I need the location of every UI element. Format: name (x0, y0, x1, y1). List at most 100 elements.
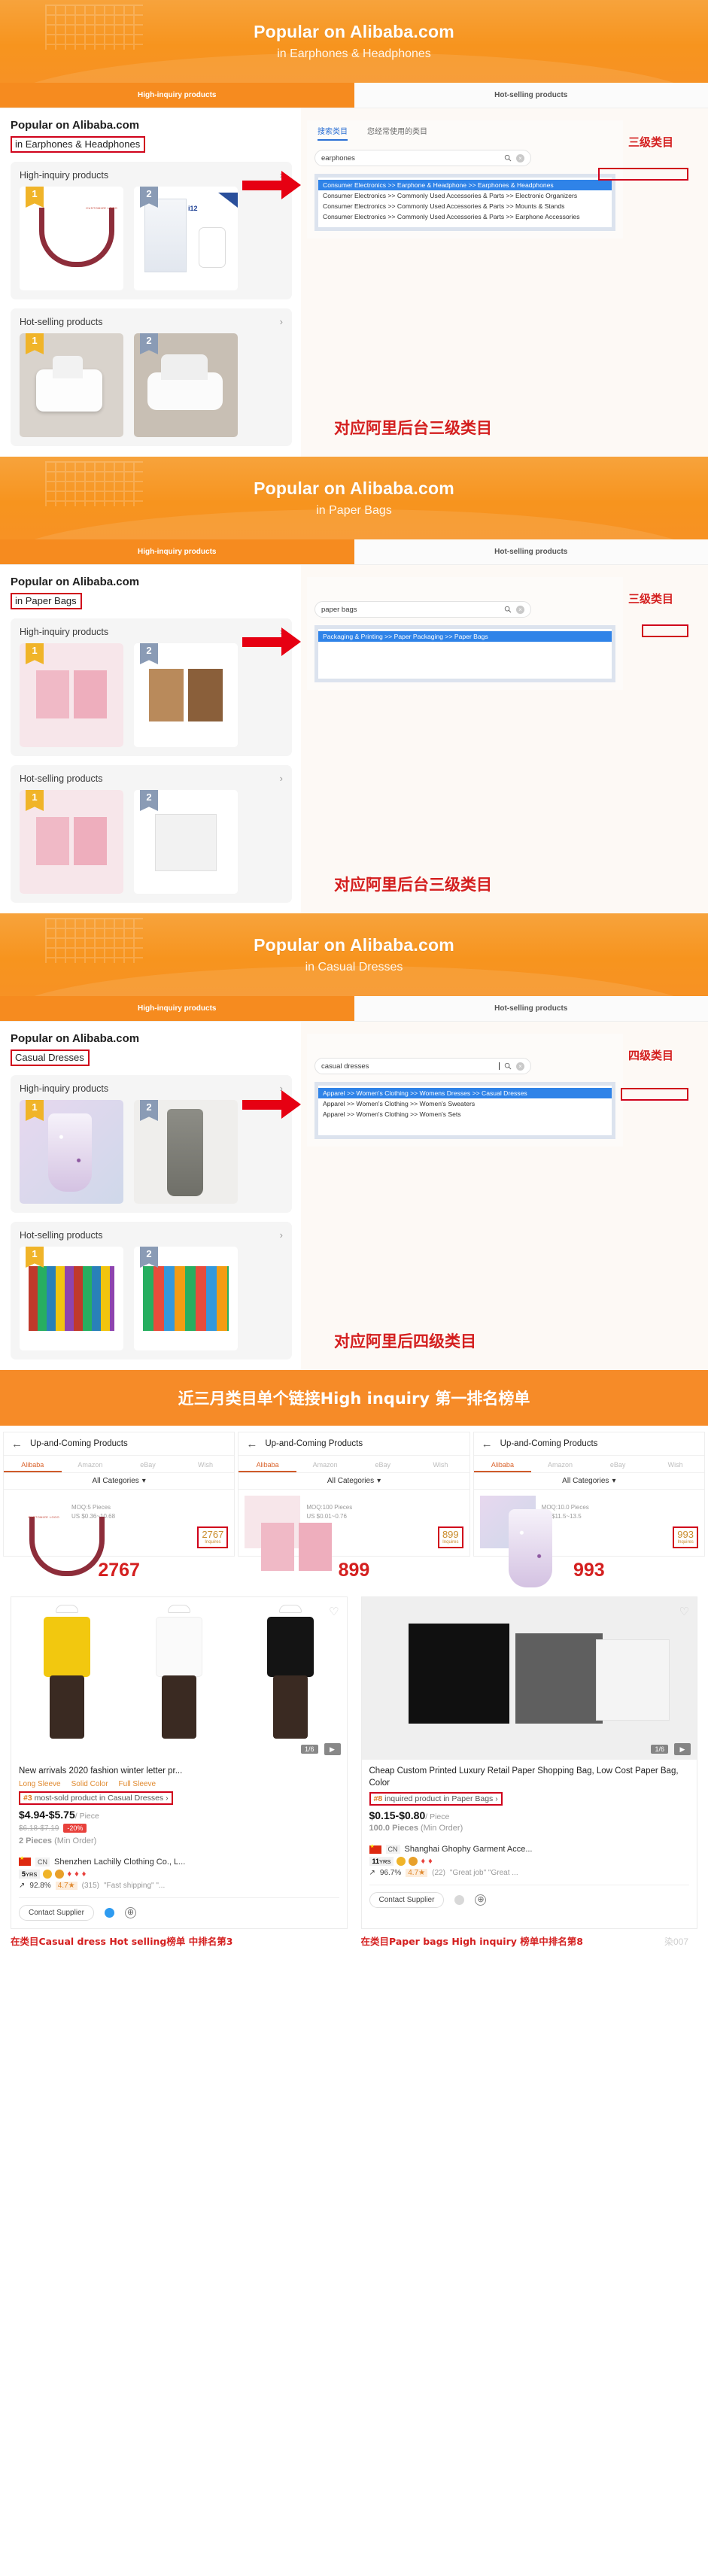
product-thumb-card[interactable]: 2 (134, 643, 238, 747)
search-icon[interactable] (504, 606, 512, 613)
tab-label: Hot-selling products (494, 1004, 568, 1013)
panel-list-item[interactable]: MOQ:100 Pieces US $0.01~0.76 899 Inquires (239, 1490, 469, 1571)
play-video-icon[interactable]: ▶ (324, 1743, 341, 1755)
category-result-row[interactable]: Apparel >> Women's Clothing >> Womens Dr… (318, 1088, 612, 1098)
product-group-header[interactable]: High-inquiry products › (20, 169, 283, 181)
category-result-row[interactable]: Apparel >> Women's Clothing >> Women's S… (318, 1109, 612, 1119)
product-group-header[interactable]: High-inquiry products › (20, 626, 283, 637)
back-arrow-icon[interactable]: ← (482, 1438, 493, 1451)
product-title[interactable]: Cheap Custom Printed Luxury Retail Paper… (369, 1766, 690, 1789)
contact-supplier-button[interactable]: Contact Supplier (369, 1892, 445, 1909)
category-result-row[interactable]: Consumer Electronics >> Commonly Used Ac… (318, 190, 612, 201)
product-group-header[interactable]: Hot-selling products › (20, 316, 283, 327)
source-tab[interactable]: eBay (354, 1456, 412, 1472)
panel-list-item[interactable]: MOQ:5 PiecesUS $0.36~10.682767Inquires (4, 1490, 234, 1576)
source-tab[interactable]: Wish (646, 1456, 704, 1472)
chevron-right-icon[interactable]: › (280, 1229, 283, 1241)
product-thumb-card[interactable]: 1 (20, 1247, 123, 1350)
chat-icon[interactable] (454, 1895, 465, 1906)
tab-hot-selling[interactable]: Hot-selling products (354, 539, 708, 564)
source-tab[interactable]: Wish (412, 1456, 469, 1472)
product-group-header[interactable]: Hot-selling products › (20, 773, 283, 784)
product-gallery[interactable]: ♡ 1/6 ▶ (361, 1597, 697, 1760)
source-tab[interactable]: Amazon (531, 1456, 589, 1472)
up-and-coming-panel: ← Up-and-Coming Products Alibaba Amazon eBay… (238, 1432, 470, 1571)
source-tab[interactable]: Alibaba (473, 1456, 532, 1472)
chevron-right-icon[interactable]: › (280, 316, 283, 327)
category-panel-tab[interactable]: 您经常使用的类目 (367, 125, 427, 141)
product-attribute-tag: Solid Color (71, 1779, 108, 1788)
product-thumb-card[interactable]: 1 (20, 790, 123, 894)
add-to-cart-icon[interactable]: ⊕ (475, 1894, 487, 1906)
play-video-icon[interactable]: ▶ (674, 1743, 691, 1755)
banner-grid-decoration (45, 918, 143, 963)
product-rank-badge[interactable]: #3 most-sold product in Casual Dresses › (19, 1791, 173, 1805)
tab-hot-selling[interactable]: Hot-selling products (354, 996, 708, 1021)
source-tab[interactable]: Amazon (62, 1456, 120, 1472)
supplier-row[interactable]: CN Shanghai Ghophy Garment Acce... (369, 1843, 690, 1855)
add-to-cart-icon[interactable]: ⊕ (124, 1906, 136, 1918)
favorite-heart-icon[interactable]: ♡ (679, 1605, 689, 1618)
category-search-input[interactable]: earphones × (314, 150, 531, 166)
category-panel-tab[interactable]: 搜索类目 (318, 125, 348, 141)
source-tab[interactable]: eBay (119, 1456, 177, 1472)
source-tab[interactable]: Alibaba (239, 1456, 296, 1472)
chat-icon[interactable] (104, 1907, 114, 1918)
tab-high-inquiry[interactable]: High-inquiry products (0, 996, 354, 1021)
product-thumb-card[interactable]: 2 (134, 790, 238, 894)
product-thumb-card[interactable]: 1 (20, 333, 123, 437)
product-thumb-card[interactable]: 2 (134, 1247, 238, 1350)
gold-supplier-icon (55, 1869, 65, 1879)
category-search-input[interactable]: paper bags × (314, 601, 531, 618)
search-icon[interactable] (504, 1062, 512, 1070)
tab-high-inquiry[interactable]: High-inquiry products (0, 539, 354, 564)
search-icon[interactable] (504, 154, 512, 162)
product-title[interactable]: New arrivals 2020 fashion winter letter … (19, 1766, 339, 1778)
product-thumb-row: 12 (20, 1100, 283, 1204)
category-filter-dropdown[interactable]: All Categories ▾ (239, 1473, 469, 1490)
supplier-row[interactable]: CN Shenzhen Lachilly Clothing Co., L... (19, 1855, 339, 1867)
category-filter-dropdown[interactable]: All Categories ▾ (4, 1473, 235, 1490)
tab-high-inquiry[interactable]: High-inquiry products (0, 83, 354, 108)
product-thumb-card[interactable]: 2 (134, 333, 238, 437)
category-result-row[interactable]: Consumer Electronics >> Commonly Used Ac… (318, 201, 612, 211)
chevron-right-icon[interactable]: › (280, 773, 283, 784)
category-result-row[interactable]: Apparel >> Women's Clothing >> Women's S… (318, 1098, 612, 1109)
product-thumb-card[interactable]: 2 (134, 1100, 238, 1204)
product-thumb-card[interactable]: 1 (20, 187, 123, 290)
category-filter-dropdown[interactable]: All Categories ▾ (473, 1473, 704, 1490)
diamond-icon: ♦ (421, 1857, 426, 1867)
selected-category-highlight-box (642, 624, 688, 637)
product-group-header[interactable]: High-inquiry products › (20, 1083, 283, 1094)
source-tab[interactable]: eBay (589, 1456, 647, 1472)
category-search-input[interactable]: casual dresses × (314, 1058, 531, 1074)
product-thumb-card[interactable]: 2 i12 (134, 187, 238, 290)
gallery-counter: 1/6 (300, 1745, 318, 1754)
product-thumb-card[interactable]: 1 (20, 1100, 123, 1204)
rank-number: #8 (373, 1794, 383, 1804)
favorite-heart-icon[interactable]: ♡ (329, 1605, 339, 1618)
category-result-row[interactable]: Consumer Electronics >> Earphone & Headp… (318, 180, 612, 190)
product-gallery[interactable]: ♡ 1/6 ▶ (11, 1597, 347, 1760)
product-detail-card[interactable]: ♡ 1/6 ▶ New arrivals 2020 fashion winter le… (11, 1596, 348, 1929)
source-tab[interactable]: Wish (177, 1456, 235, 1472)
product-thumb-card[interactable]: 1 (20, 643, 123, 747)
source-tab[interactable]: Amazon (296, 1456, 354, 1472)
back-arrow-icon[interactable]: ← (11, 1438, 23, 1451)
panel-list-item[interactable]: MOQ:10.0 Pieces US $11.5~13.5 993 Inquires (474, 1490, 704, 1587)
supplier-name[interactable]: Shenzhen Lachilly Clothing Co., L... (54, 1858, 185, 1867)
supplier-name[interactable]: Shanghai Ghophy Garment Acce... (405, 1845, 533, 1854)
product-group-header[interactable]: Hot-selling products › (20, 1229, 283, 1241)
tab-hot-selling[interactable]: Hot-selling products (354, 83, 708, 108)
product-rank-badge[interactable]: #8 inquired product in Paper Bags › (369, 1792, 503, 1806)
banner-title: Popular on Alibaba.com (254, 22, 454, 41)
back-arrow-icon[interactable]: ← (246, 1438, 257, 1451)
contact-supplier-button[interactable]: Contact Supplier (19, 1904, 94, 1921)
category-result-row[interactable]: Packaging & Printing >> Paper Packaging … (318, 631, 612, 642)
clear-icon[interactable]: × (516, 1062, 524, 1071)
clear-icon[interactable]: × (516, 605, 524, 614)
product-detail-card[interactable]: ♡ 1/6 ▶ Cheap Custom Printed Luxury Retail … (360, 1596, 697, 1929)
category-result-row[interactable]: Consumer Electronics >> Commonly Used Ac… (318, 211, 612, 222)
clear-icon[interactable]: × (516, 153, 524, 163)
source-tab[interactable]: Alibaba (4, 1456, 62, 1472)
